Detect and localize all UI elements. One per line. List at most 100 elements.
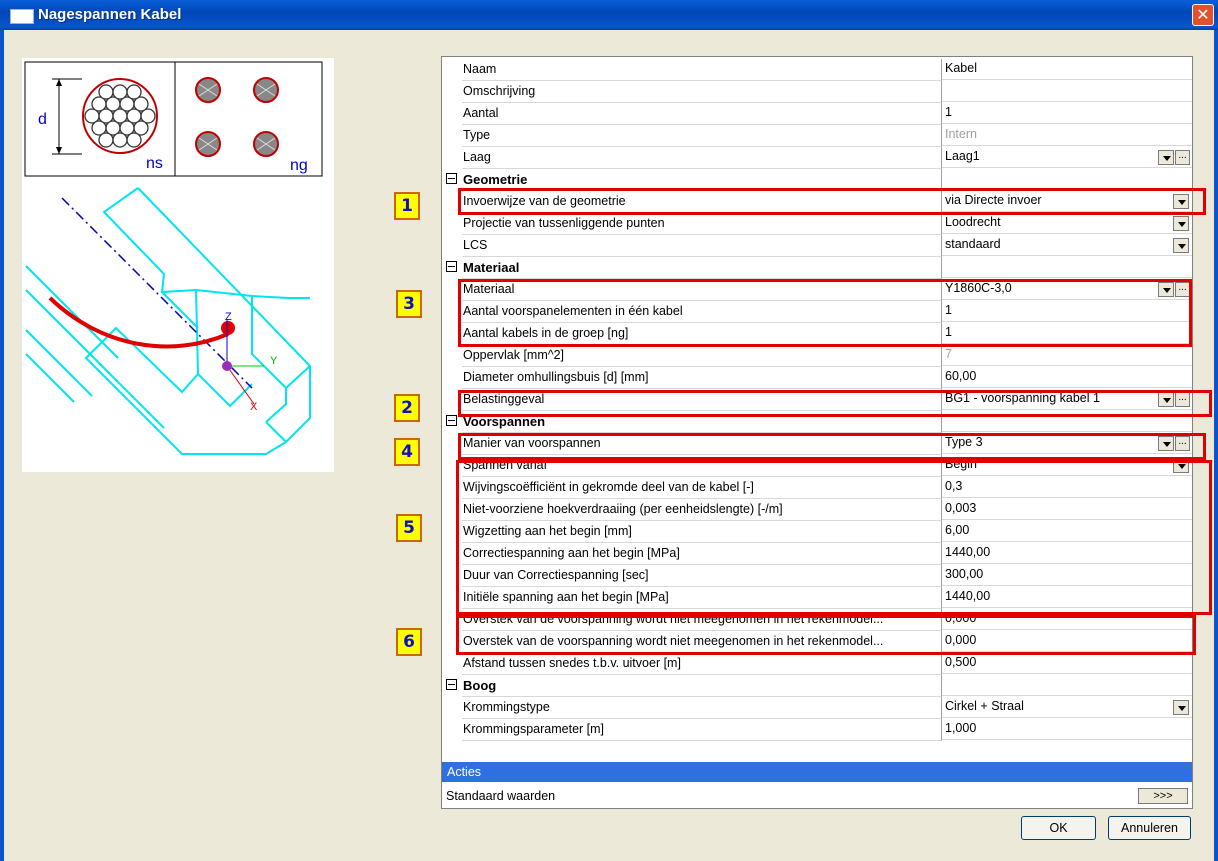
standard-values-button[interactable]: >>> — [1138, 788, 1188, 804]
title-bar: Nagespannen Kabel ✕ — [0, 0, 1218, 30]
property-label: Laag — [462, 147, 942, 169]
property-row[interactable]: Krommingstype Cirkel + Straal — [442, 697, 1192, 719]
category-row[interactable]: Boog — [442, 675, 1192, 697]
row-gutter — [442, 719, 460, 741]
dropdown-arrow-icon[interactable] — [1158, 150, 1174, 165]
property-value[interactable]: Cirkel + Straal — [942, 697, 1192, 718]
property-value-text: standaard — [945, 237, 1001, 251]
property-label: Type — [462, 125, 942, 147]
property-row[interactable]: Afstand tussen snedes t.b.v. uitvoer [m]… — [442, 653, 1192, 675]
highlight-box-4 — [458, 433, 1206, 460]
property-label: Aantal — [462, 103, 942, 125]
annotation-badge-2: 2 — [394, 394, 420, 422]
property-value[interactable]: 0,500 — [942, 653, 1192, 674]
property-value[interactable] — [942, 81, 1192, 102]
property-value — [942, 169, 1192, 190]
property-value-text: 1,000 — [945, 721, 977, 735]
actions-header: Acties — [442, 762, 1192, 782]
row-gutter — [442, 675, 460, 697]
category-label: Boog — [462, 675, 942, 697]
row-gutter — [442, 235, 460, 257]
category-label: Materiaal — [462, 257, 942, 279]
property-label: Oppervlak [mm^2] — [462, 345, 942, 367]
property-row[interactable]: Diameter omhullingsbuis [d] [mm] 60,00 — [442, 367, 1192, 389]
standard-values-row: Standaard waarden >>> — [442, 786, 1192, 806]
property-value-text: Cirkel + Straal — [945, 699, 1024, 713]
property-label: Krommingstype — [462, 697, 942, 719]
property-value[interactable]: Kabel — [942, 59, 1192, 80]
property-value-text: 0,500 — [945, 655, 977, 669]
annotation-badge-1: 1 — [394, 192, 420, 220]
property-row[interactable]: Naam Kabel — [442, 59, 1192, 81]
cancel-button[interactable]: Annuleren — [1108, 816, 1191, 840]
property-label: Diameter omhullingsbuis [d] [mm] — [462, 367, 942, 389]
close-button[interactable]: ✕ — [1192, 4, 1214, 26]
window-frame-left — [0, 30, 4, 861]
property-row[interactable]: LCS standaard — [442, 235, 1192, 257]
collapse-icon[interactable] — [446, 173, 457, 184]
row-gutter — [442, 125, 460, 147]
annotation-badge-6: 6 — [396, 628, 422, 656]
cable-path — [48, 296, 229, 349]
property-value[interactable]: standaard — [942, 235, 1192, 256]
highlight-box-2 — [458, 390, 1212, 417]
highlight-box-1 — [458, 188, 1206, 215]
cross-section-diagram: d ns ng — [24, 61, 323, 177]
property-value-text: 1 — [945, 105, 952, 119]
property-row[interactable]: Projectie van tussenliggende punten Loodr… — [442, 213, 1192, 235]
property-label: Naam — [462, 59, 942, 81]
annotation-badge-3: 3 — [396, 290, 422, 318]
label-ns: ns — [146, 155, 163, 172]
row-gutter — [442, 697, 460, 719]
row-gutter — [442, 213, 460, 235]
property-row[interactable]: Aantal 1 — [442, 103, 1192, 125]
axis-y-label: Y — [270, 355, 278, 367]
property-row[interactable]: Omschrijving — [442, 81, 1192, 103]
property-row[interactable]: Oppervlak [mm^2] 7 — [442, 345, 1192, 367]
property-row[interactable]: Laag Laag1... — [442, 147, 1192, 169]
standard-values-label: Standaard waarden — [446, 789, 556, 803]
property-label: Omschrijving — [462, 81, 942, 103]
property-value[interactable]: 1 — [942, 103, 1192, 124]
property-value-text: Kabel — [945, 61, 977, 75]
property-value[interactable]: 60,00 — [942, 367, 1192, 388]
property-label: Krommingsparameter [m] — [462, 719, 942, 741]
dropdown-arrow-icon[interactable] — [1173, 216, 1189, 231]
property-value-text: 60,00 — [945, 369, 977, 383]
property-row[interactable]: Type Intern — [442, 125, 1192, 147]
property-value[interactable]: Loodrecht — [942, 213, 1192, 234]
highlight-box-5 — [456, 460, 1212, 615]
lcs-origin — [222, 361, 232, 371]
row-gutter — [442, 257, 460, 279]
axis-z-label: Z — [225, 311, 232, 323]
property-row[interactable]: Krommingsparameter [m] 1,000 — [442, 719, 1192, 741]
property-value[interactable]: Laag1... — [942, 147, 1192, 168]
property-value-text: Loodrecht — [945, 215, 1001, 229]
property-value[interactable]: 1,000 — [942, 719, 1192, 740]
ok-button[interactable]: OK — [1021, 816, 1096, 840]
collapse-icon[interactable] — [446, 679, 457, 690]
axis-x-label: X — [250, 401, 258, 413]
property-value[interactable]: 7 — [942, 345, 1192, 366]
property-value-text: Laag1 — [945, 149, 980, 163]
category-row[interactable]: Materiaal — [442, 257, 1192, 279]
dropdown-arrow-icon[interactable] — [1173, 238, 1189, 253]
annotation-badge-5: 5 — [396, 514, 422, 542]
property-label: Projectie van tussenliggende punten — [462, 213, 942, 235]
cable-illustration: d ns ng Z Y X — [22, 58, 334, 472]
property-value — [942, 257, 1192, 278]
row-gutter — [442, 59, 460, 81]
annotation-badge-4: 4 — [394, 438, 420, 466]
collapse-icon[interactable] — [446, 415, 457, 426]
highlight-box-6 — [456, 615, 1196, 655]
property-value-text: Intern — [945, 127, 977, 141]
property-label: LCS — [462, 235, 942, 257]
row-gutter — [442, 653, 460, 675]
property-value[interactable]: Intern — [942, 125, 1192, 146]
window-frame-right — [1214, 30, 1218, 861]
dropdown-arrow-icon[interactable] — [1173, 700, 1189, 715]
collapse-icon[interactable] — [446, 261, 457, 272]
ellipsis-button[interactable]: ... — [1175, 150, 1190, 165]
highlight-box-3 — [458, 279, 1192, 347]
row-gutter — [442, 367, 460, 389]
